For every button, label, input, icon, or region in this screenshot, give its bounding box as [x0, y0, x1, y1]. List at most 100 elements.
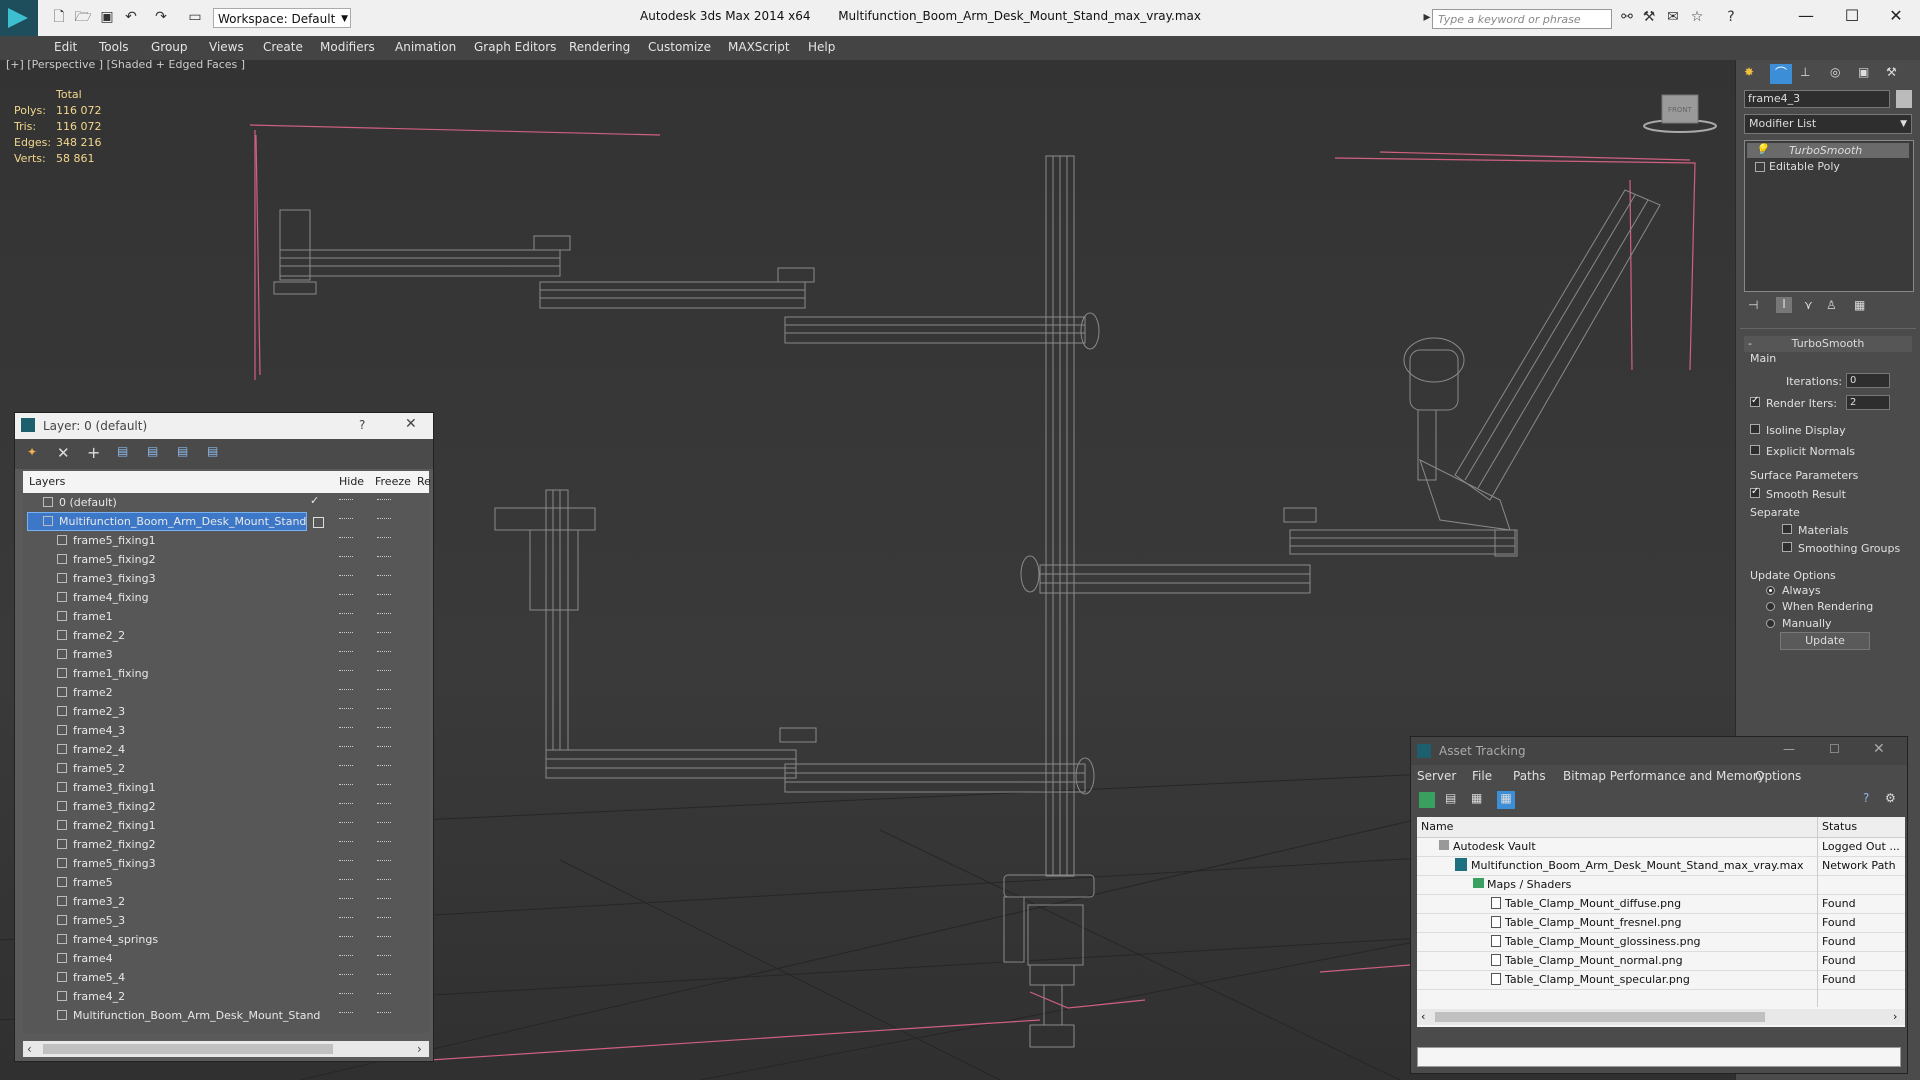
scroll-left-icon[interactable]: ‹ [1421, 1010, 1425, 1023]
modify-tab-icon[interactable]: ⌒ [1770, 64, 1792, 84]
freeze-toggle[interactable] [377, 632, 391, 635]
close-icon[interactable]: ✕ [405, 416, 417, 432]
object-color-swatch[interactable] [1896, 90, 1912, 108]
hide-toggle[interactable] [339, 746, 353, 749]
refresh-icon[interactable] [1419, 792, 1435, 808]
menu-tools[interactable]: Tools [99, 40, 129, 54]
asset-menu-server[interactable]: Server [1417, 769, 1456, 783]
asset-menu-file[interactable]: File [1472, 769, 1492, 783]
scroll-right-icon[interactable]: › [417, 1042, 422, 1056]
undo-icon[interactable]: ↶ [122, 8, 140, 26]
col-freeze[interactable]: Freeze [375, 475, 411, 488]
menu-help[interactable]: Help [808, 40, 835, 54]
help-icon[interactable]: ? [1863, 791, 1869, 805]
layer-object-row[interactable]: frame3_fixing1 [23, 778, 429, 797]
layer-object-row[interactable]: frame3 [23, 645, 429, 664]
freeze-toggle[interactable] [377, 708, 391, 711]
menu-views[interactable]: Views [209, 40, 244, 54]
list-view-icon[interactable]: ▤ [1445, 791, 1456, 805]
hide-toggle[interactable] [339, 651, 353, 654]
freeze-toggle[interactable] [377, 803, 391, 806]
freeze-toggle[interactable] [377, 499, 391, 502]
horizontal-scrollbar[interactable]: ‹ › [23, 1041, 429, 1057]
new-layer-icon[interactable]: ✦ [27, 445, 37, 459]
workspace-dropdown[interactable]: Workspace: Default ▼ [213, 8, 351, 28]
turbosmooth-rollout-header[interactable]: - TurboSmooth [1744, 336, 1912, 352]
col-layers[interactable]: Layers [29, 475, 65, 488]
asset-path-field[interactable] [1417, 1047, 1901, 1067]
layer-object-row[interactable]: frame1 [23, 607, 429, 626]
layer-object-row[interactable]: frame4_springs [23, 930, 429, 949]
asset-row-texture[interactable]: Table_Clamp_Mount_normal.png Found [1417, 951, 1905, 971]
freeze-toggle[interactable] [377, 917, 391, 920]
object-name-field[interactable]: frame4_3 [1744, 90, 1890, 108]
layer-object-row[interactable]: frame5 [23, 873, 429, 892]
create-tab-icon[interactable]: ✸ [1744, 65, 1754, 79]
freeze-toggle[interactable] [377, 765, 391, 768]
hide-toggle[interactable] [339, 1012, 353, 1015]
menu-graph-editors[interactable]: Graph Editors [474, 40, 556, 54]
freeze-toggle[interactable] [377, 784, 391, 787]
smoothing-groups-checkbox[interactable] [1782, 542, 1792, 552]
close-icon[interactable]: ✕ [1873, 741, 1885, 757]
layer-object-row[interactable]: frame2_fixing1 [23, 816, 429, 835]
hide-toggle[interactable] [339, 803, 353, 806]
layer-object-row[interactable]: frame4_fixing [23, 588, 429, 607]
layer-object-row[interactable]: frame2 [23, 683, 429, 702]
hide-toggle[interactable] [339, 594, 353, 597]
minimize-button[interactable]: — [1786, 4, 1826, 28]
hide-toggle[interactable] [339, 955, 353, 958]
layer-row-selected[interactable]: Multifunction_Boom_Arm_Desk_Mount_Stand [23, 512, 429, 531]
hide-toggle[interactable] [339, 822, 353, 825]
favorites-icon[interactable]: ☆ [1688, 8, 1706, 26]
layer-object-row[interactable]: frame3_fixing2 [23, 797, 429, 816]
asset-row-max-file[interactable]: Multifunction_Boom_Arm_Desk_Mount_Stand_… [1417, 856, 1905, 876]
hide-toggle[interactable] [339, 765, 353, 768]
binoculars-icon[interactable]: ⚯ [1618, 8, 1636, 26]
tools-icon[interactable]: ⚒ [1640, 8, 1658, 26]
freeze-toggle[interactable] [377, 727, 391, 730]
scroll-right-icon[interactable]: › [1893, 1010, 1897, 1023]
viewcube-icon[interactable]: FRONT [1643, 94, 1717, 133]
layer-row-default[interactable]: 0 (default) ✓ [23, 493, 429, 512]
display-tab-icon[interactable]: ▣ [1858, 65, 1869, 79]
asset-row-maps[interactable]: Maps / Shaders [1417, 875, 1905, 895]
save-icon[interactable]: ▣ [98, 8, 116, 26]
stack-item-editable-poly[interactable]: Editable Poly [1747, 159, 1909, 174]
asset-menu-options[interactable]: Options [1755, 769, 1801, 783]
render-iters-spinner[interactable]: 2 [1846, 395, 1890, 410]
freeze-toggle[interactable] [377, 936, 391, 939]
layer-object-row[interactable]: frame4 [23, 949, 429, 968]
freeze-toggle[interactable] [377, 822, 391, 825]
menu-animation[interactable]: Animation [395, 40, 456, 54]
col-hide[interactable]: Hide [339, 475, 364, 488]
layer-object-row[interactable]: frame3_fixing3 [23, 569, 429, 588]
hide-toggle[interactable] [339, 974, 353, 977]
hide-toggle[interactable] [339, 879, 353, 882]
modifier-list-dropdown[interactable]: Modifier List ▼ [1744, 114, 1912, 134]
minimize-icon[interactable]: — [1783, 742, 1795, 756]
layer-object-row[interactable]: frame2_4 [23, 740, 429, 759]
menu-group[interactable]: Group [151, 40, 188, 54]
freeze-toggle[interactable] [377, 556, 391, 559]
show-end-result-icon[interactable]: I [1776, 297, 1792, 313]
table-view-icon[interactable]: ▦ [1471, 791, 1482, 805]
freeze-toggle[interactable] [377, 993, 391, 996]
freeze-toggle[interactable] [377, 955, 391, 958]
viewport-label[interactable]: [+] [Perspective ] [Shaded + Edged Faces… [6, 58, 245, 71]
hide-toggle[interactable] [339, 860, 353, 863]
asset-row-texture[interactable]: Table_Clamp_Mount_glossiness.png Found [1417, 932, 1905, 952]
col-name[interactable]: Name [1421, 820, 1453, 833]
col-render[interactable]: Re [417, 475, 431, 488]
layer-object-row[interactable]: frame5_2 [23, 759, 429, 778]
always-radio[interactable] [1766, 586, 1775, 595]
hide-all-layers-icon[interactable]: ▤ [177, 444, 188, 458]
hide-toggle[interactable] [339, 689, 353, 692]
hide-toggle[interactable] [339, 917, 353, 920]
menu-maxscript[interactable]: MAXScript [728, 40, 790, 54]
open-file-icon[interactable]: 🗁 [74, 8, 92, 26]
redo-icon[interactable]: ↷ [152, 8, 170, 26]
asset-menu-bitmap[interactable]: Bitmap Performance and Memory [1563, 769, 1765, 783]
freeze-toggle[interactable] [377, 613, 391, 616]
col-status[interactable]: Status [1822, 820, 1857, 833]
